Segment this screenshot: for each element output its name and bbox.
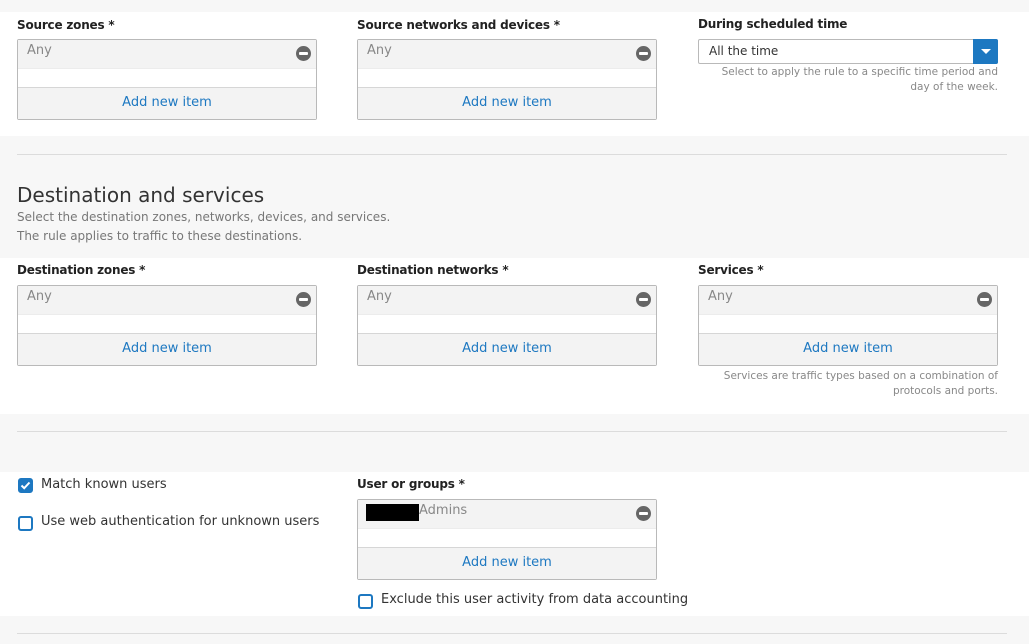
schedule-label: During scheduled time: [698, 17, 848, 31]
destination-zones-label: Destination zones *: [17, 263, 146, 277]
destination-zones-add-button[interactable]: Add new item: [18, 333, 316, 365]
checkmark-icon: [20, 481, 31, 490]
services-item: Any: [699, 286, 997, 315]
source-zones-item-text: Any: [27, 43, 52, 58]
web-auth-checkbox[interactable]: [18, 516, 33, 531]
remove-icon[interactable]: [977, 292, 992, 307]
exclude-accounting-checkbox[interactable]: [358, 594, 373, 609]
user-groups-add-button[interactable]: Add new item: [358, 547, 656, 579]
destination-title: Destination and services: [17, 183, 265, 207]
chevron-down-icon[interactable]: [973, 39, 998, 64]
destination-desc-line1: Select the destination zones, networks, …: [17, 210, 391, 224]
destination-networks-label: Destination networks *: [357, 263, 509, 277]
services-picker: Any Add new item: [698, 285, 998, 366]
destination-description: Select the destination zones, networks, …: [17, 208, 390, 246]
destination-networks-item: Any: [358, 286, 656, 315]
remove-icon[interactable]: [296, 292, 311, 307]
schedule-help-line2: day of the week.: [910, 81, 998, 93]
source-zones-add-button[interactable]: Add new item: [18, 87, 316, 119]
destination-networks-add-button[interactable]: Add new item: [358, 333, 656, 365]
services-item-text: Any: [708, 289, 733, 304]
services-help: Services are traffic types based on a co…: [698, 369, 998, 399]
services-help-line2: protocols and ports.: [892, 385, 998, 397]
source-networks-item-text: Any: [367, 43, 392, 58]
remove-icon[interactable]: [636, 292, 651, 307]
user-groups-label: User or groups *: [357, 477, 465, 491]
section-divider: [17, 154, 1007, 155]
destination-networks-picker: Any Add new item: [357, 285, 657, 366]
destination-zones-item: Any: [18, 286, 316, 315]
services-add-button[interactable]: Add new item: [699, 333, 997, 365]
source-zones-item: Any: [18, 40, 316, 69]
user-groups-item-text: Admins: [419, 503, 468, 518]
source-zones-picker: Any Add new item: [17, 39, 317, 120]
source-networks-picker: Any Add new item: [357, 39, 657, 120]
source-networks-item: Any: [358, 40, 656, 69]
user-groups-item: Admins: [358, 500, 656, 529]
match-known-users-checkbox[interactable]: [18, 478, 33, 493]
redacted-block: [366, 504, 419, 521]
exclude-accounting-label: Exclude this user activity from data acc…: [381, 592, 689, 607]
services-label: Services *: [698, 263, 764, 277]
source-networks-label: Source networks and devices *: [357, 18, 560, 32]
destination-zones-picker: Any Add new item: [17, 285, 317, 366]
remove-icon[interactable]: [636, 506, 651, 521]
section-divider: [17, 431, 1007, 432]
user-groups-picker: Admins Add new item: [357, 499, 657, 580]
web-auth-label: Use web authentication for unknown users: [41, 514, 320, 529]
services-help-line1: Services are traffic types based on a co…: [723, 370, 998, 382]
section-divider: [17, 633, 1007, 634]
match-known-users-label: Match known users: [41, 477, 167, 492]
source-zones-label: Source zones *: [17, 18, 115, 32]
remove-icon[interactable]: [296, 46, 311, 61]
destination-desc-line2: The rule applies to traffic to these des…: [17, 229, 303, 243]
schedule-help: Select to apply the rule to a specific t…: [698, 65, 998, 95]
schedule-help-line1: Select to apply the rule to a specific t…: [721, 66, 998, 78]
destination-networks-item-text: Any: [367, 289, 392, 304]
schedule-select[interactable]: All the time: [698, 39, 998, 64]
remove-icon[interactable]: [636, 46, 651, 61]
source-networks-add-button[interactable]: Add new item: [358, 87, 656, 119]
destination-zones-item-text: Any: [27, 289, 52, 304]
schedule-select-value: All the time: [709, 44, 779, 58]
